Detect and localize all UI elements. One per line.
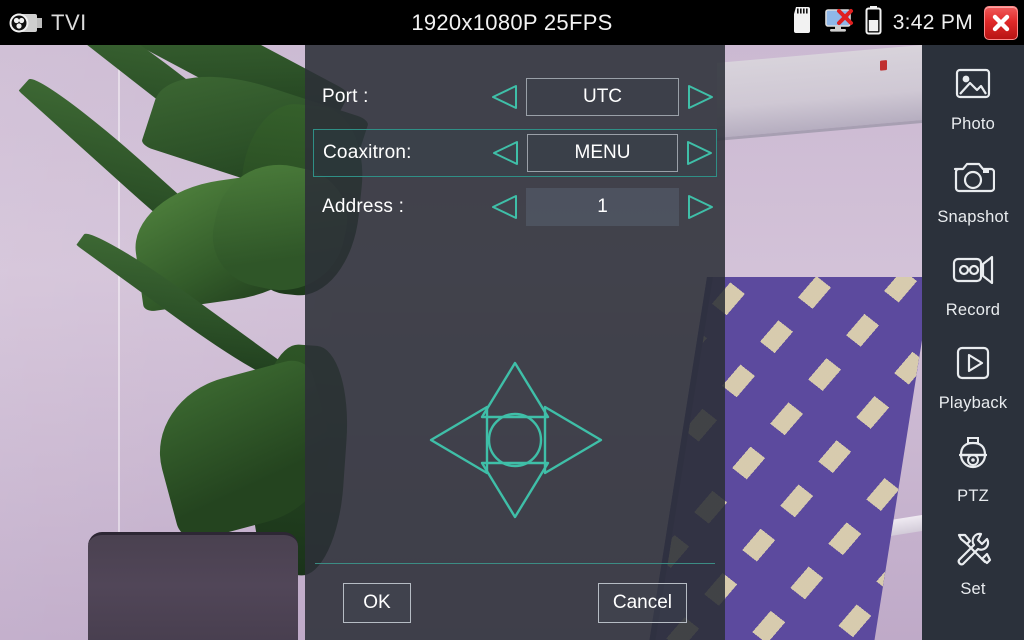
ok-button[interactable]: OK <box>343 583 411 623</box>
sidebar-label-snapshot: Snapshot <box>937 208 1009 226</box>
sidebar-label-record: Record <box>945 301 1001 319</box>
dpad-up-icon <box>480 361 550 419</box>
video-wall-seam <box>118 45 120 565</box>
sidebar-item-set[interactable]: Set <box>922 524 1024 617</box>
row-label-coaxitron: Coaxitron: <box>323 142 412 163</box>
right-toolbar: Photo Snapshot Record Playback PTZ Set <box>922 45 1024 640</box>
signal-mode-label: TVI <box>51 9 87 35</box>
dialog-row-port[interactable]: Port : UTC <box>313 73 717 121</box>
sidebar-item-ptz[interactable]: PTZ <box>922 431 1024 524</box>
play-icon <box>952 338 994 388</box>
clock-label: 3:42 PM <box>892 10 973 34</box>
tools-icon <box>951 524 995 574</box>
coaxitron-value[interactable]: MENU <box>527 134 678 172</box>
row-label-address: Address : <box>322 196 405 217</box>
sidebar-item-record[interactable]: Record <box>922 245 1024 338</box>
video-cabinet-indicator <box>880 60 887 71</box>
camera-icon <box>951 152 995 202</box>
dpad-down-icon <box>480 461 550 519</box>
sidebar-item-photo[interactable]: Photo <box>922 59 1024 152</box>
monitor-disconnected-icon <box>824 6 854 39</box>
address-decrement-arrow[interactable] <box>488 192 522 222</box>
address-value[interactable]: 1 <box>526 188 679 226</box>
device-screen: Port : UTC Coaxitron: MENU Address: 1 O… <box>0 0 1024 640</box>
bullet-camera-icon <box>8 12 44 34</box>
sidebar-item-snapshot[interactable]: Snapshot <box>922 152 1024 245</box>
sidebar-label-ptz: PTZ <box>957 487 989 505</box>
port-decrement-arrow[interactable] <box>488 82 522 112</box>
dialog-row-address[interactable]: Address : 1 <box>313 183 717 231</box>
dialog-row-coaxitron[interactable]: Coaxitron: MENU <box>313 129 717 177</box>
battery-half-icon <box>865 5 882 40</box>
sidebar-label-set: Set <box>960 580 986 598</box>
dpad-right-icon <box>543 405 603 475</box>
dpad-center-icon <box>487 412 543 468</box>
status-bar: TVI 1920x1080P 25FPS 3:42 PM <box>0 0 1024 45</box>
video-chair-left <box>88 532 298 640</box>
sd-card-icon <box>791 6 813 39</box>
video-camera-icon <box>950 245 996 295</box>
close-button[interactable] <box>984 5 1018 40</box>
port-increment-arrow[interactable] <box>683 82 717 112</box>
coaxitron-increment-arrow[interactable] <box>682 138 716 168</box>
port-value[interactable]: UTC <box>526 78 679 116</box>
dome-camera-icon <box>951 431 995 481</box>
photo-icon <box>952 59 994 109</box>
address-increment-arrow[interactable] <box>683 192 717 222</box>
cancel-button[interactable]: Cancel <box>597 583 687 623</box>
ptz-dpad[interactable] <box>305 345 725 535</box>
status-bar-right: 3:42 PM <box>791 0 1024 45</box>
row-label-port: Port : <box>322 86 369 107</box>
sidebar-label-photo: Photo <box>950 115 996 133</box>
coaxitron-decrement-arrow[interactable] <box>489 138 523 168</box>
ptz-control-dialog: Port : UTC Coaxitron: MENU Address: 1 O… <box>305 45 725 640</box>
dialog-button-row: OK Cancel <box>305 583 725 623</box>
sidebar-item-playback[interactable]: Playback <box>922 338 1024 431</box>
dpad-left-icon <box>429 405 489 475</box>
close-x-icon <box>992 14 1010 31</box>
status-bar-left: TVI <box>0 10 300 36</box>
sidebar-label-playback: Playback <box>938 394 1008 412</box>
dialog-separator <box>315 563 715 564</box>
